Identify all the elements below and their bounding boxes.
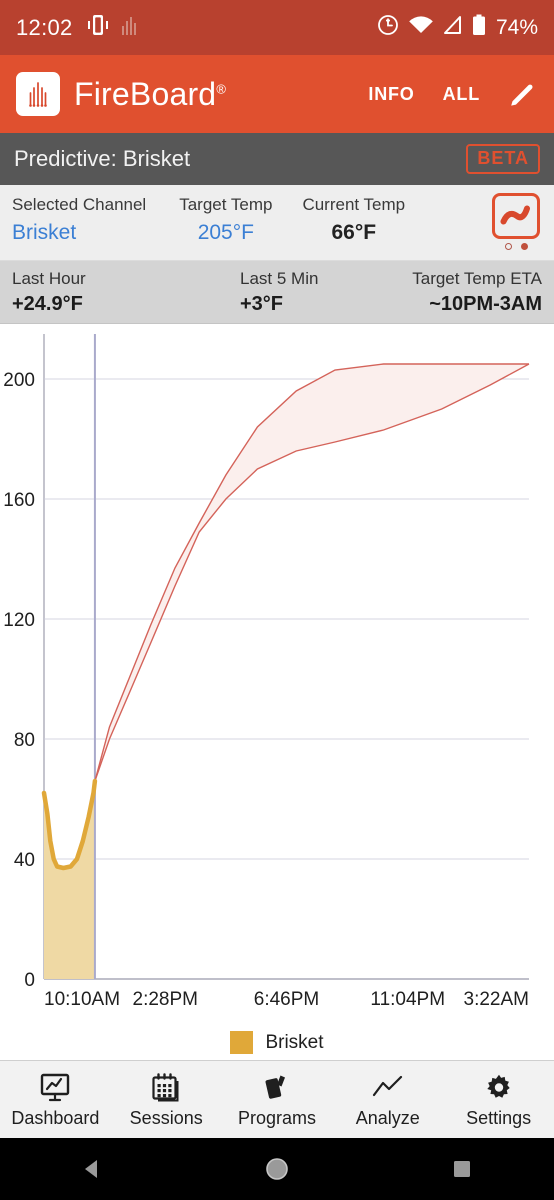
current-temp-value: 66°F — [331, 220, 377, 244]
android-status-bar: 12:02 74% — [0, 0, 554, 55]
android-system-nav — [0, 1138, 554, 1200]
nav-item-programs[interactable]: Programs — [222, 1071, 333, 1129]
y-tick-label: 120 — [3, 610, 35, 631]
gear-icon — [484, 1071, 514, 1105]
target-temp-cell[interactable]: Target Temp 205°F — [179, 194, 272, 247]
status-bar-left-icons — [87, 13, 139, 42]
nav-item-analyze[interactable]: Analyze — [332, 1071, 443, 1129]
wifi-icon — [408, 15, 434, 40]
x-tick-label: 10:10AM — [44, 989, 120, 1010]
channel-info-panel: Selected Channel Brisket Target Temp 205… — [0, 185, 554, 261]
vibrate-icon — [87, 13, 109, 42]
last-hour-cell: Last Hour +24.9°F — [12, 268, 86, 318]
nav-item-settings[interactable]: Settings — [443, 1071, 554, 1129]
status-bar-clock: 12:02 — [16, 14, 73, 40]
battery-icon — [472, 14, 486, 41]
page-dot-2[interactable] — [520, 243, 528, 250]
selected-channel-cell[interactable]: Selected Channel Brisket — [12, 194, 146, 247]
predictive-header: Predictive: Brisket BETA — [0, 133, 554, 185]
last-hour-value: +24.9°F — [12, 293, 83, 316]
pencil-icon[interactable] — [508, 79, 538, 109]
page-dot-1[interactable] — [504, 243, 512, 250]
target-temp-value: 205°F — [197, 220, 254, 244]
home-circle-icon[interactable] — [242, 1149, 312, 1189]
chart-canvas[interactable]: 0 40 80 120 160 200 10:10AM 2:28PM 6:46PM 11:04PM… — [0, 324, 554, 1029]
calendar-icon — [151, 1071, 181, 1105]
y-tick-label: 200 — [3, 370, 35, 391]
nav-label-dashboard: Dashboard — [11, 1107, 100, 1128]
target-eta-cell: Target Temp ETA ~10PM-3AM — [412, 268, 542, 318]
current-temp-label: Current Temp — [302, 195, 406, 214]
last-hour-label: Last Hour — [12, 269, 86, 288]
brisket-curve-icon[interactable] — [492, 193, 540, 239]
app-title: FireBoard® — [74, 75, 227, 112]
stats-row: Last Hour +24.9°F Last 5 Min +3°F Target… — [0, 261, 554, 324]
last-5min-value: +3°F — [240, 293, 284, 316]
nav-label-sessions: Sessions — [129, 1107, 203, 1128]
status-bar-right-icons: 74% — [377, 14, 538, 41]
x-tick-label: 3:22AM — [464, 989, 529, 1010]
target-temp-label: Target Temp — [179, 195, 273, 214]
all-button[interactable]: ALL — [443, 84, 480, 105]
y-tick-label: 80 — [14, 730, 35, 751]
fireboard-logo-icon — [16, 72, 60, 116]
selected-channel-label: Selected Channel — [12, 195, 147, 214]
page-dots — [504, 243, 528, 250]
chart-mode-selector[interactable] — [492, 193, 540, 250]
predictive-chart[interactable]: 0 40 80 120 160 200 10:10AM 2:28PM 6:46PM 11:04PM… — [0, 324, 554, 1060]
cards-icon — [262, 1071, 292, 1105]
x-tick-label: 11:04PM — [370, 989, 445, 1010]
alarm-icon — [377, 14, 399, 41]
last-5min-label: Last 5 Min — [240, 269, 319, 288]
predictive-title: Predictive: Brisket — [14, 146, 191, 171]
app-bar: FireBoard® INFO ALL — [0, 55, 554, 133]
signal-bars-icon — [121, 15, 139, 40]
target-eta-label: Target Temp ETA — [412, 269, 542, 288]
nav-item-sessions[interactable]: Sessions — [111, 1071, 222, 1129]
current-temp-cell: Current Temp 66°F — [302, 194, 405, 247]
phone-screen: 12:02 74% FireBoard® INFO ALL Predictive… — [0, 0, 554, 1200]
legend-label-brisket: Brisket — [265, 1031, 324, 1053]
legend-swatch-brisket — [230, 1031, 254, 1054]
y-tick-label: 40 — [14, 850, 35, 871]
cell-signal-icon — [443, 15, 463, 40]
nav-label-analyze: Analyze — [355, 1107, 420, 1128]
target-eta-value: ~10PM-3AM — [429, 293, 542, 316]
nav-label-settings: Settings — [466, 1107, 532, 1128]
info-button[interactable]: INFO — [368, 84, 414, 105]
nav-label-programs: Programs — [237, 1107, 316, 1128]
battery-percent: 74% — [495, 15, 538, 39]
app-bar-actions: INFO ALL — [368, 79, 538, 109]
bottom-navigation: Dashboard Sessions Programs Analyze Sett… — [0, 1060, 554, 1138]
selected-channel-value: Brisket — [12, 220, 77, 244]
x-tick-label: 6:46PM — [254, 989, 319, 1010]
line-chart-icon — [371, 1071, 405, 1105]
y-tick-label: 160 — [3, 490, 35, 511]
last-5min-cell: Last 5 Min +3°F — [240, 268, 318, 318]
dashboard-chart-icon — [39, 1071, 71, 1105]
y-tick-label: 0 — [24, 970, 35, 991]
nav-item-dashboard[interactable]: Dashboard — [0, 1071, 111, 1129]
recents-square-icon[interactable] — [427, 1149, 497, 1189]
x-tick-label: 2:28PM — [133, 989, 198, 1010]
back-triangle-icon[interactable] — [57, 1149, 127, 1189]
beta-badge: BETA — [466, 144, 540, 174]
chart-legend: Brisket — [0, 1031, 554, 1054]
